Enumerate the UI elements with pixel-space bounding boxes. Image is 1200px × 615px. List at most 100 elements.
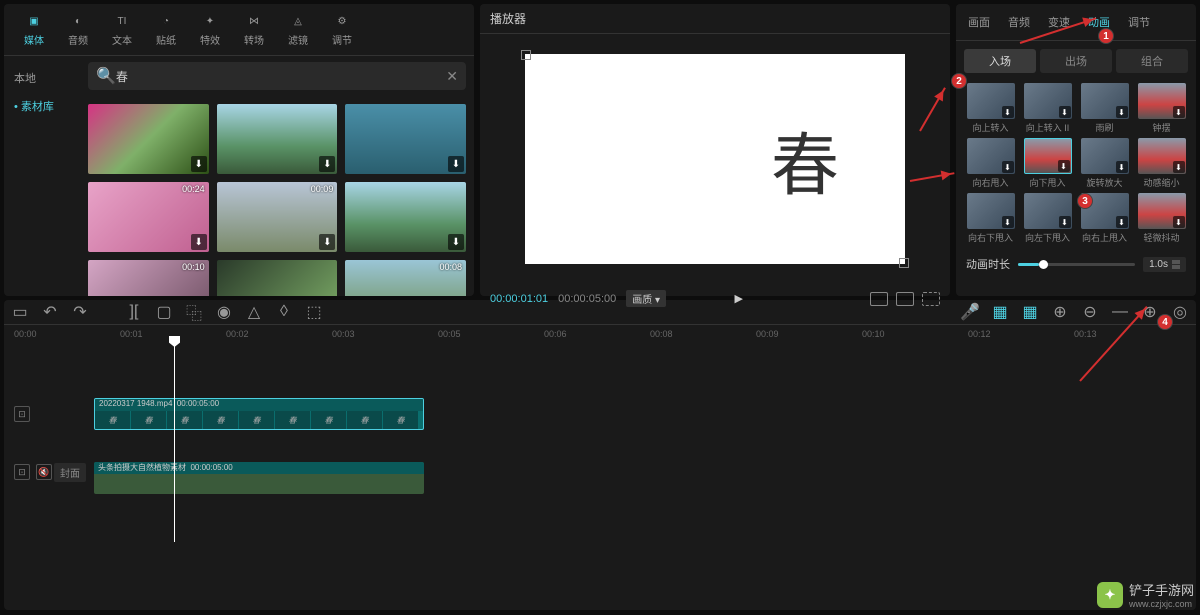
timeline-panel: ▭ ↶ ↷ ][ ▢ ⿻ ◉ △ ◊ ⬚ 🎤 ▦ ▦ ⊕ ⊖ — ⊕ ◎ 00:… — [4, 300, 1196, 610]
animation-item[interactable]: ⬇钟摆 — [1135, 83, 1188, 134]
animation-item[interactable]: ⬇向右甩入 — [964, 138, 1017, 189]
animation-item[interactable]: ⬇向左下甩入 — [1021, 193, 1074, 244]
slider-thumb[interactable] — [1039, 260, 1048, 269]
download-icon[interactable]: ⬇ — [1173, 161, 1185, 173]
search-icon: 🔍 — [96, 66, 116, 86]
delete-tool[interactable]: ▢ — [156, 304, 172, 320]
prop-tab-调节[interactable]: 调节 — [1120, 10, 1158, 34]
preview-text: 春 — [771, 110, 839, 209]
download-icon[interactable]: ⬇ — [1116, 106, 1128, 118]
download-icon[interactable]: ⬇ — [448, 234, 464, 250]
animation-item[interactable]: ⬇向下甩入 — [1021, 138, 1074, 189]
split-tool[interactable]: ][ — [126, 304, 142, 320]
copy-tool[interactable]: ⿻ — [186, 304, 202, 320]
download-icon[interactable]: ⬇ — [191, 234, 207, 250]
select-tool[interactable]: ▭ — [12, 304, 28, 320]
timeline-tracks[interactable]: ⊡ 20220317 1948.mp4 00:00:05:00 春春春春春春春春… — [4, 345, 1196, 610]
media-item[interactable]: 00:08⬇ — [345, 260, 466, 296]
media-item[interactable]: 00:24⬇ — [88, 182, 209, 252]
redo-icon[interactable]: ↷ — [72, 304, 88, 320]
media-grid: ⬇⬇⬇00:24⬇00:09⬇⬇00:10⬇⬇00:08⬇00:19⬇00:11… — [80, 96, 474, 296]
download-icon[interactable]: ⬇ — [1002, 216, 1014, 228]
duration-value[interactable]: 1.0s — [1143, 257, 1186, 272]
download-icon[interactable]: ⬇ — [1002, 161, 1014, 173]
track-mute-icon[interactable]: ⊡ — [14, 464, 30, 480]
search-input[interactable] — [116, 69, 446, 83]
search-box[interactable]: 🔍 ✕ — [88, 62, 466, 90]
top-tab-3[interactable]: ◔贴纸 — [144, 8, 188, 51]
download-icon[interactable]: ⬇ — [448, 156, 464, 172]
clip-main[interactable]: 20220317 1948.mp4 00:00:05:00 春春春春春春春春春 — [94, 398, 424, 430]
zoom-slider[interactable]: — — [1112, 304, 1128, 320]
watermark-icon: ✦ — [1097, 582, 1123, 608]
duration-slider[interactable] — [1018, 263, 1135, 266]
download-icon[interactable]: ⬇ — [1002, 106, 1014, 118]
mic-icon[interactable]: 🎤 — [962, 304, 978, 320]
media-side-nav: 本地• 素材库 — [4, 56, 80, 296]
animation-item[interactable]: ⬇向右下甩入 — [964, 193, 1017, 244]
crop-tool[interactable]: ⬚ — [306, 304, 322, 320]
download-icon[interactable]: ⬇ — [1059, 106, 1071, 118]
animation-subtabs: 入场出场组合 — [956, 41, 1196, 77]
clip-sub[interactable]: 头条拍摄大自然植物素材 00:00:05:00 — [94, 462, 424, 494]
player-canvas[interactable]: 春 — [480, 34, 950, 284]
media-top-tabs: ▣媒体◐音频TI文本◔贴纸✦特效⋈转场◬滤镜⚙调节 — [4, 4, 474, 56]
top-tab-2[interactable]: TI文本 — [100, 8, 144, 51]
top-tab-6[interactable]: ◬滤镜 — [276, 8, 320, 51]
playhead[interactable] — [174, 342, 175, 542]
media-item[interactable]: ⬇ — [345, 182, 466, 252]
download-icon[interactable]: ⬇ — [1116, 216, 1128, 228]
track-sub[interactable]: ⊡ 🔇 封面 头条拍摄大自然植物素材 00:00:05:00 — [94, 453, 1196, 491]
magnet-icon[interactable]: ▦ — [992, 304, 1008, 320]
prop-tab-音频[interactable]: 音频 — [1000, 10, 1038, 34]
animation-item[interactable]: ⬇轻微抖动 — [1135, 193, 1188, 244]
animation-item[interactable]: ⬇动感缩小 — [1135, 138, 1188, 189]
mirror-tool[interactable]: ◊ — [276, 304, 292, 320]
track-lock-icon[interactable]: ⊡ — [14, 406, 30, 422]
media-item[interactable]: ⬇ — [217, 104, 338, 174]
cover-label[interactable]: 封面 — [54, 463, 86, 482]
media-item[interactable]: ⬇ — [345, 104, 466, 174]
subtab-0[interactable]: 入场 — [964, 49, 1036, 73]
link-icon[interactable]: ▦ — [1022, 304, 1038, 320]
download-icon[interactable]: ⬇ — [1116, 161, 1128, 173]
duration-stepper[interactable] — [1172, 260, 1180, 269]
media-item[interactable]: ⬇ — [88, 104, 209, 174]
track-hide-icon[interactable]: 🔇 — [36, 464, 52, 480]
subtab-1[interactable]: 出场 — [1040, 49, 1112, 73]
reverse-tool[interactable]: △ — [246, 304, 262, 320]
duration-label: 动画时长 — [966, 256, 1010, 272]
media-item[interactable]: 00:10⬇ — [88, 260, 209, 296]
undo-icon[interactable]: ↶ — [42, 304, 58, 320]
search-clear-icon[interactable]: ✕ — [446, 68, 458, 85]
track-main[interactable]: ⊡ 20220317 1948.mp4 00:00:05:00 春春春春春春春春… — [94, 395, 1196, 433]
zoom-out-icon[interactable]: ⊖ — [1082, 304, 1098, 320]
animation-item[interactable]: ⬇向上转入 — [964, 83, 1017, 134]
download-icon[interactable]: ⬇ — [1058, 160, 1070, 172]
timeline-ruler[interactable]: 00:0000:0100:0200:0300:0500:0600:0800:09… — [4, 325, 1196, 345]
side-nav-item[interactable]: • 素材库 — [4, 92, 80, 120]
side-nav-item[interactable]: 本地 — [4, 64, 80, 92]
top-tab-0[interactable]: ▣媒体 — [12, 8, 56, 51]
animation-item[interactable]: ⬇向上转入 II — [1021, 83, 1074, 134]
media-item[interactable]: 00:09⬇ — [217, 182, 338, 252]
animation-item[interactable]: ⬇向右上甩入 — [1078, 193, 1131, 244]
download-icon[interactable]: ⬇ — [1173, 106, 1185, 118]
download-icon[interactable]: ⬇ — [1059, 216, 1071, 228]
media-item[interactable]: ⬇ — [217, 260, 338, 296]
preview-icon[interactable]: ⊕ — [1052, 304, 1068, 320]
top-tab-5[interactable]: ⋈转场 — [232, 8, 276, 51]
download-icon[interactable]: ⬇ — [319, 234, 335, 250]
download-icon[interactable]: ⬇ — [1173, 216, 1185, 228]
download-icon[interactable]: ⬇ — [319, 156, 335, 172]
animation-item[interactable]: ⬇旋转放大 — [1078, 138, 1131, 189]
fit-icon[interactable]: ◎ — [1172, 304, 1188, 320]
subtab-2[interactable]: 组合 — [1116, 49, 1188, 73]
download-icon[interactable]: ⬇ — [191, 156, 207, 172]
animation-item[interactable]: ⬇雨刷 — [1078, 83, 1131, 134]
prop-tab-画面[interactable]: 画面 — [960, 10, 998, 34]
speed-tool[interactable]: ◉ — [216, 304, 232, 320]
top-tab-1[interactable]: ◐音频 — [56, 8, 100, 51]
top-tab-7[interactable]: ⚙调节 — [320, 8, 364, 51]
top-tab-4[interactable]: ✦特效 — [188, 8, 232, 51]
